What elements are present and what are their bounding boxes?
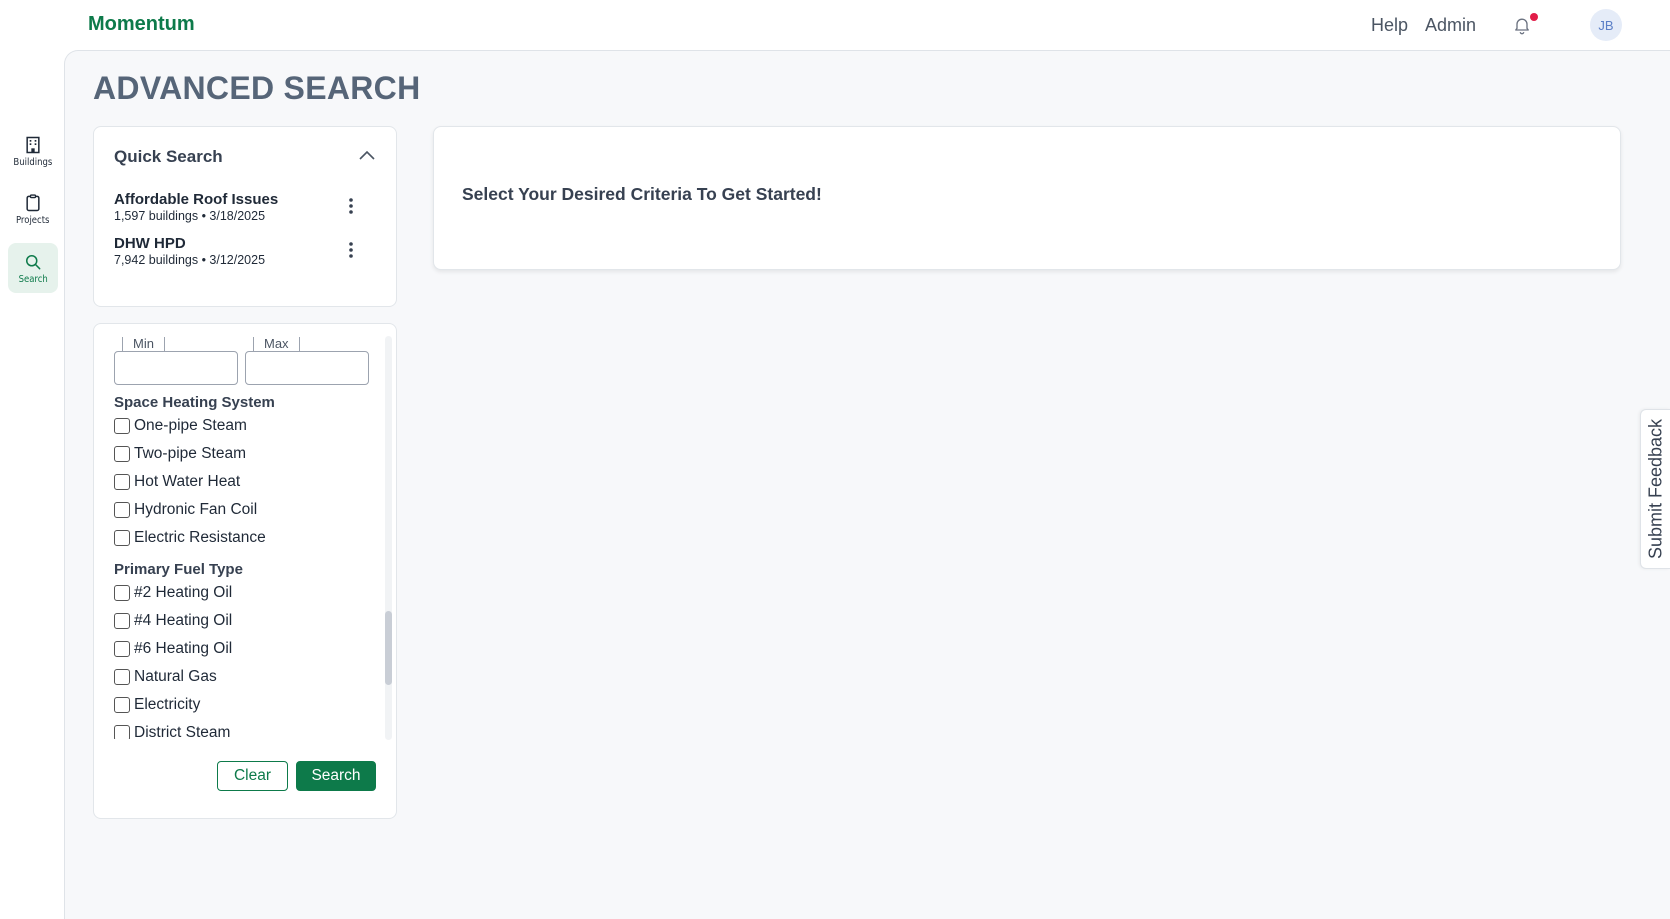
avatar[interactable]: JB (1590, 9, 1622, 41)
filter-scroll-area[interactable]: Min Max Space Heating System One-pipe St… (94, 324, 384, 739)
scrollbar-track[interactable] (385, 336, 392, 740)
sidebar-item-label: Buildings (13, 156, 53, 168)
submit-feedback-label: Submit Feedback (1645, 418, 1665, 560)
min-field: Min (114, 337, 238, 385)
page-title: ADVANCED SEARCH (93, 70, 421, 106)
checkbox-two-pipe-steam[interactable]: Two-pipe Steam (114, 443, 246, 465)
quick-search-title: Quick Search (114, 147, 223, 166)
saved-search-name: DHW HPD (114, 235, 186, 252)
checkbox[interactable] (114, 474, 130, 490)
max-input[interactable] (245, 351, 369, 385)
checkbox[interactable] (114, 641, 130, 657)
checkbox-one-pipe-steam[interactable]: One-pipe Steam (114, 415, 247, 437)
max-field: Max (245, 337, 369, 385)
saved-search-item[interactable]: DHW HPD 7,942 buildings • 3/12/2025 (114, 235, 364, 267)
submit-feedback-tab[interactable]: Submit Feedback (1640, 409, 1670, 569)
max-label: Max (253, 337, 300, 351)
help-link[interactable]: Help (1371, 15, 1408, 36)
clipboard-icon (26, 193, 40, 211)
notification-dot (1530, 13, 1538, 21)
checkbox-hydronic-fan-coil[interactable]: Hydronic Fan Coil (114, 499, 257, 521)
checkbox[interactable] (114, 585, 130, 601)
top-bar: Momentum Help Admin JB (0, 0, 1670, 50)
checkbox[interactable] (114, 613, 130, 629)
min-input[interactable] (114, 351, 238, 385)
saved-search-meta: 7,942 buildings • 3/12/2025 (114, 253, 266, 267)
sidebar-item-label: Projects (16, 214, 50, 226)
checkbox[interactable] (114, 669, 130, 685)
checkbox-4-heating-oil[interactable]: #4 Heating Oil (114, 610, 232, 632)
sidebar-item-label: Search (18, 273, 48, 285)
more-options-icon[interactable] (342, 195, 360, 217)
checkbox-electricity[interactable]: Electricity (114, 694, 200, 716)
checkbox[interactable] (114, 530, 130, 546)
sidebar-item-search[interactable]: Search (8, 243, 58, 293)
empty-state-message: Select Your Desired Criteria To Get Star… (462, 184, 822, 204)
group-title-primary-fuel: Primary Fuel Type (114, 561, 243, 578)
clear-button[interactable]: Clear (217, 761, 288, 791)
admin-link[interactable]: Admin (1425, 15, 1476, 36)
saved-search-item[interactable]: Affordable Roof Issues 1,597 buildings •… (114, 191, 364, 223)
checkbox[interactable] (114, 446, 130, 462)
bell-icon[interactable] (1512, 14, 1532, 36)
saved-search-meta: 1,597 buildings • 3/18/2025 (114, 209, 266, 223)
min-label: Min (122, 337, 165, 351)
sidebar-item-buildings[interactable]: Buildings (8, 126, 58, 176)
group-title-space-heating: Space Heating System (114, 394, 275, 411)
saved-search-name: Affordable Roof Issues (114, 191, 279, 208)
filter-panel: Min Max Space Heating System One-pipe St… (93, 323, 397, 819)
more-options-icon[interactable] (342, 239, 360, 261)
checkbox[interactable] (114, 697, 130, 713)
checkbox[interactable] (114, 502, 130, 518)
chevron-up-icon[interactable] (358, 149, 376, 163)
checkbox[interactable] (114, 418, 130, 434)
quick-search-panel: Quick Search Affordable Roof Issues 1,59… (93, 126, 397, 307)
sidebar-item-projects[interactable]: Projects (8, 184, 58, 234)
checkbox-district-steam[interactable]: District Steam (114, 722, 230, 739)
checkbox-2-heating-oil[interactable]: #2 Heating Oil (114, 582, 232, 604)
brand-logo[interactable]: Momentum (88, 13, 195, 36)
scrollbar-thumb[interactable] (385, 611, 392, 685)
checkbox-electric-resistance[interactable]: Electric Resistance (114, 527, 266, 549)
search-button[interactable]: Search (296, 761, 376, 791)
checkbox-6-heating-oil[interactable]: #6 Heating Oil (114, 638, 232, 660)
checkbox-natural-gas[interactable]: Natural Gas (114, 666, 217, 688)
side-nav: Buildings Projects Search (0, 50, 64, 919)
checkbox-hot-water-heat[interactable]: Hot Water Heat (114, 471, 240, 493)
checkbox[interactable] (114, 725, 130, 739)
results-panel: Select Your Desired Criteria To Get Star… (433, 126, 1621, 270)
search-icon (26, 254, 41, 269)
building-icon (26, 136, 40, 153)
